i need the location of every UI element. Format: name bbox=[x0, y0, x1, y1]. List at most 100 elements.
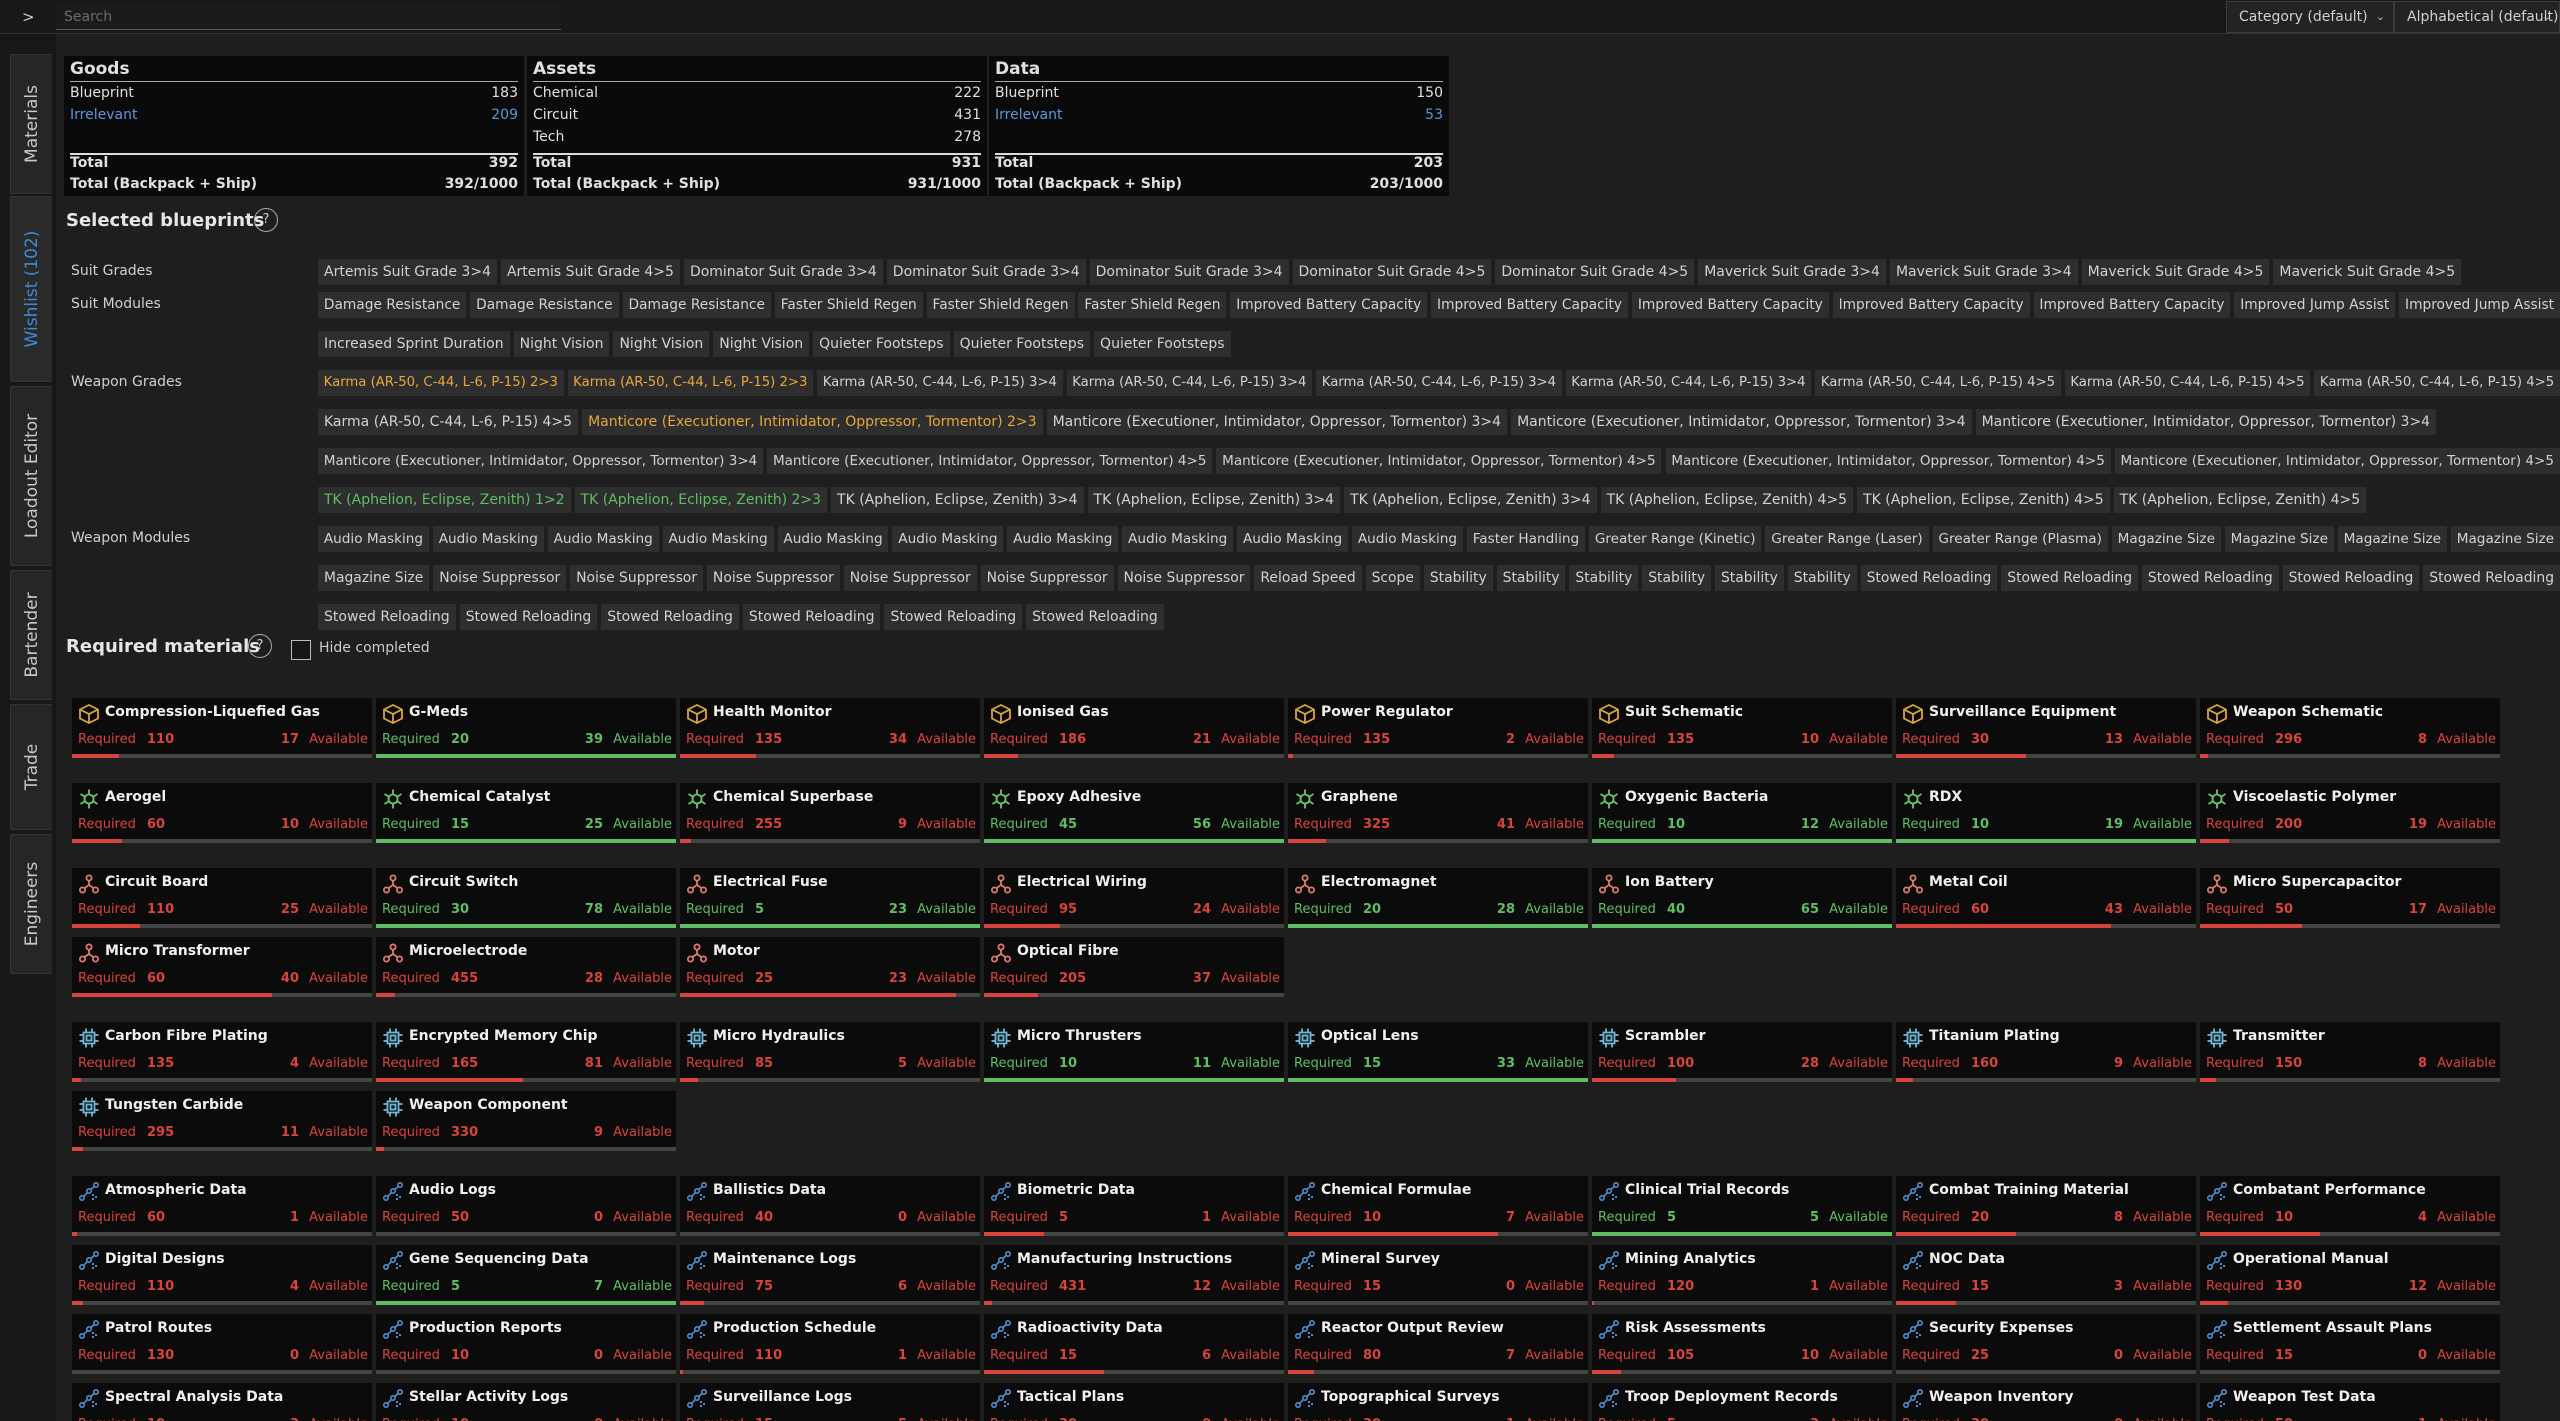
blueprint-chip[interactable]: Audio Masking bbox=[1122, 526, 1234, 552]
blueprint-chip[interactable]: Manticore (Executioner, Intimidator, Opp… bbox=[1216, 448, 1662, 474]
blueprint-chip[interactable]: Greater Range (Kinetic) bbox=[1588, 526, 1762, 552]
material-card[interactable]: Reactor Output Review Required 80 7 Availabl… bbox=[1288, 1314, 1588, 1374]
material-card[interactable]: Tactical Plans Required 30 0 Available bbox=[984, 1383, 1284, 1421]
material-card[interactable]: Micro Supercapacitor Required 50 17 Availabl… bbox=[2200, 868, 2500, 928]
blueprint-chip[interactable]: Quieter Footsteps bbox=[813, 331, 950, 357]
order-sort-dropdown[interactable]: Alphabetical (default) ⌄ bbox=[2394, 1, 2560, 33]
blueprint-chip[interactable]: Manticore (Executioner, Intimidator, Opp… bbox=[318, 448, 764, 474]
material-card[interactable]: RDX Required 10 19 Available bbox=[1896, 783, 2196, 843]
blueprint-chip[interactable]: TK (Aphelion, Eclipse, Zenith) 4>5 bbox=[1857, 487, 2110, 513]
material-card[interactable]: Microelectrode Required 455 28 Available bbox=[376, 937, 676, 997]
material-card[interactable]: Electrical Wiring Required 95 24 Available bbox=[984, 868, 1284, 928]
blueprint-chip[interactable]: Improved Battery Capacity bbox=[1832, 292, 2030, 318]
blueprint-chip[interactable]: Karma (AR-50, C-44, L-6, P-15) 3>4 bbox=[1316, 370, 1562, 396]
blueprint-chip[interactable]: Dominator Suit Grade 3>4 bbox=[683, 259, 883, 285]
blueprint-chip[interactable]: Manticore (Executioner, Intimidator, Opp… bbox=[1046, 409, 1508, 435]
material-card[interactable]: Compression-Liquefied Gas Required 110 17 Av… bbox=[72, 698, 372, 758]
blueprint-chip[interactable]: Maverick Suit Grade 3>4 bbox=[1698, 259, 1886, 285]
blueprint-chip[interactable]: Improved Jump Assist bbox=[2234, 292, 2396, 318]
material-card[interactable]: Combatant Performance Required 10 4 Availabl… bbox=[2200, 1176, 2500, 1236]
sidebar-tab-materials[interactable]: Materials bbox=[10, 54, 52, 194]
material-card[interactable]: Encrypted Memory Chip Required 165 81 Availa… bbox=[376, 1022, 676, 1082]
material-card[interactable]: Circuit Board Required 110 25 Available bbox=[72, 868, 372, 928]
blueprint-chip[interactable]: Maverick Suit Grade 4>5 bbox=[2273, 259, 2462, 285]
blueprint-chip[interactable]: Increased Sprint Duration bbox=[318, 331, 510, 357]
material-card[interactable]: Production Reports Required 10 0 Available bbox=[376, 1314, 676, 1374]
blueprint-chip[interactable]: Damage Resistance bbox=[622, 292, 771, 318]
blueprint-chip[interactable]: Audio Masking bbox=[1237, 526, 1348, 552]
material-card[interactable]: Surveillance Equipment Required 30 13 Availa… bbox=[1896, 698, 2196, 758]
blueprint-chip[interactable]: Artemis Suit Grade 3>4 bbox=[318, 259, 497, 285]
blueprint-chip[interactable]: Stowed Reloading bbox=[2282, 565, 2420, 591]
material-card[interactable]: Epoxy Adhesive Required 45 56 Available bbox=[984, 783, 1284, 843]
blueprint-chip[interactable]: Maverick Suit Grade 3>4 bbox=[1889, 259, 2078, 285]
material-card[interactable]: Metal Coil Required 60 43 Available bbox=[1896, 868, 2196, 928]
blueprint-chip[interactable]: Dominator Suit Grade 3>4 bbox=[886, 259, 1086, 285]
material-card[interactable]: Topographical Surveys Required 30 1 Availabl… bbox=[1288, 1383, 1588, 1421]
material-card[interactable]: Weapon Test Data Required 50 1 Available bbox=[2200, 1383, 2500, 1421]
material-card[interactable]: Radioactivity Data Required 15 6 Available bbox=[984, 1314, 1284, 1374]
blueprint-chip[interactable]: Stowed Reloading bbox=[318, 604, 456, 630]
material-card[interactable]: Viscoelastic Polymer Required 200 19 Availab… bbox=[2200, 783, 2500, 843]
blueprint-chip[interactable]: Magazine Size bbox=[318, 565, 430, 591]
blueprint-chip[interactable]: Stability bbox=[1496, 565, 1566, 591]
blueprint-chip[interactable]: Improved Jump Assist bbox=[2399, 292, 2560, 318]
blueprint-chip[interactable]: TK (Aphelion, Eclipse, Zenith) 4>5 bbox=[1600, 487, 1854, 513]
blueprint-chip[interactable]: Magazine Size bbox=[2337, 526, 2447, 552]
blueprint-chip[interactable]: Improved Battery Capacity bbox=[1230, 292, 1428, 318]
blueprint-chip[interactable]: Faster Shield Regen bbox=[1078, 292, 1227, 318]
blueprint-chip[interactable]: Karma (AR-50, C-44, L-6, P-15) 2>3 bbox=[567, 370, 814, 396]
material-card[interactable]: Weapon Component Required 330 9 Available bbox=[376, 1091, 676, 1151]
blueprint-chip[interactable]: Damage Resistance bbox=[318, 292, 467, 318]
blueprint-chip[interactable]: Artemis Suit Grade 4>5 bbox=[500, 259, 680, 285]
blueprint-chip[interactable]: Magazine Size bbox=[2224, 526, 2334, 552]
sidebar-tab-bartender[interactable]: Bartender bbox=[10, 570, 52, 700]
blueprint-chip[interactable]: Maverick Suit Grade 4>5 bbox=[2081, 259, 2270, 285]
material-card[interactable]: Weapon Schematic Required 296 8 Available bbox=[2200, 698, 2500, 758]
blueprint-chip[interactable]: Manticore (Executioner, Intimidator, Opp… bbox=[582, 409, 1043, 435]
blueprint-chip[interactable]: Stability bbox=[1642, 565, 1712, 591]
blueprint-chip[interactable]: Audio Masking bbox=[892, 526, 1004, 552]
material-card[interactable]: Circuit Switch Required 30 78 Available bbox=[376, 868, 676, 928]
blueprint-chip[interactable]: Stability bbox=[1423, 565, 1493, 591]
material-card[interactable]: Biometric Data Required 5 1 Available bbox=[984, 1176, 1284, 1236]
blueprint-chip[interactable]: Audio Masking bbox=[777, 526, 889, 552]
blueprint-chip[interactable]: Stowed Reloading bbox=[742, 604, 881, 630]
blueprint-chip[interactable]: Stowed Reloading bbox=[1860, 565, 1998, 591]
blueprint-chip[interactable]: Dominator Suit Grade 4>5 bbox=[1495, 259, 1695, 285]
material-card[interactable]: Mining Analytics Required 120 1 Available bbox=[1592, 1245, 1892, 1305]
material-card[interactable]: Risk Assessments Required 105 10 Available bbox=[1592, 1314, 1892, 1374]
blueprint-chip[interactable]: Noise Suppressor bbox=[433, 565, 567, 591]
material-card[interactable]: Electromagnet Required 20 28 Available bbox=[1288, 868, 1588, 928]
blueprint-chip[interactable]: Stowed Reloading bbox=[459, 604, 598, 630]
material-card[interactable]: Carbon Fibre Plating Required 135 4 Availabl… bbox=[72, 1022, 372, 1082]
material-card[interactable]: Maintenance Logs Required 75 6 Available bbox=[680, 1245, 980, 1305]
blueprint-chip[interactable]: Greater Range (Plasma) bbox=[1932, 526, 2108, 552]
blueprint-chip[interactable]: Night Vision bbox=[513, 331, 610, 357]
blueprint-chip[interactable]: Audio Masking bbox=[1352, 526, 1463, 552]
blueprint-chip[interactable]: Quieter Footsteps bbox=[1094, 331, 1231, 357]
blueprint-chip[interactable]: Noise Suppressor bbox=[1117, 565, 1251, 591]
blueprint-chip[interactable]: Stowed Reloading bbox=[2141, 565, 2279, 591]
sidebar-tab-engineers[interactable]: Engineers bbox=[10, 834, 52, 974]
sidebar-tab-trade[interactable]: Trade bbox=[10, 704, 52, 830]
material-card[interactable]: Audio Logs Required 50 0 Available bbox=[376, 1176, 676, 1236]
material-card[interactable]: Manufacturing Instructions Required 431 12 A… bbox=[984, 1245, 1284, 1305]
material-card[interactable]: G-Meds Required 20 39 Available bbox=[376, 698, 676, 758]
material-card[interactable]: Digital Designs Required 110 4 Available bbox=[72, 1245, 372, 1305]
blueprint-chip[interactable]: TK (Aphelion, Eclipse, Zenith) 4>5 bbox=[2113, 487, 2367, 513]
blueprint-chip[interactable]: Stability bbox=[1569, 565, 1639, 591]
material-card[interactable]: Clinical Trial Records Required 5 5 Availabl… bbox=[1592, 1176, 1892, 1236]
material-card[interactable]: Optical Fibre Required 205 37 Available bbox=[984, 937, 1284, 997]
blueprint-chip[interactable]: Manticore (Executioner, Intimidator, Opp… bbox=[767, 448, 1213, 474]
material-card[interactable]: Ballistics Data Required 40 0 Available bbox=[680, 1176, 980, 1236]
blueprint-chip[interactable]: Night Vision bbox=[613, 331, 710, 357]
material-card[interactable]: Atmospheric Data Required 60 1 Available bbox=[72, 1176, 372, 1236]
material-card[interactable]: Ionised Gas Required 186 21 Available bbox=[984, 698, 1284, 758]
blueprint-chip[interactable]: Magazine Size bbox=[2450, 526, 2560, 552]
blueprint-chip[interactable]: Audio Masking bbox=[547, 526, 659, 552]
blueprint-chip[interactable]: Faster Shield Regen bbox=[774, 292, 923, 318]
blueprint-chip[interactable]: Karma (AR-50, C-44, L-6, P-15) 3>4 bbox=[1066, 370, 1313, 396]
material-card[interactable]: Surveillance Logs Required 15 5 Available bbox=[680, 1383, 980, 1421]
blueprint-chip[interactable]: TK (Aphelion, Eclipse, Zenith) 1>2 bbox=[318, 487, 571, 513]
